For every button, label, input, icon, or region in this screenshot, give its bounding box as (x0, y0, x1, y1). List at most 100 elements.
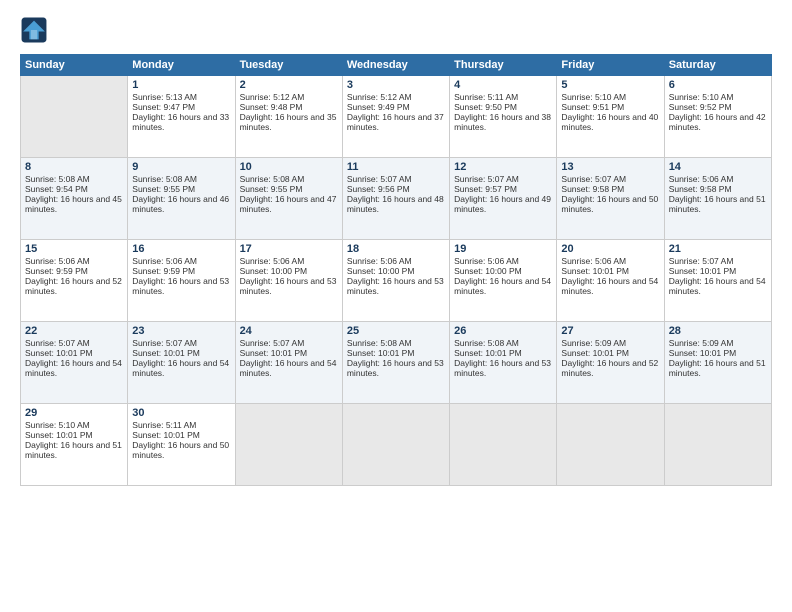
calendar-cell (664, 404, 771, 486)
calendar-cell: 15Sunrise: 5:06 AMSunset: 9:59 PMDayligh… (21, 240, 128, 322)
sunrise-text: Sunrise: 5:07 AM (240, 338, 305, 348)
calendar-cell: 19Sunrise: 5:06 AMSunset: 10:00 PMDaylig… (450, 240, 557, 322)
sunset-text: Sunset: 9:58 PM (669, 184, 732, 194)
daylight-text: Daylight: 16 hours and 53 minutes. (240, 276, 337, 296)
sunrise-text: Sunrise: 5:07 AM (454, 174, 519, 184)
daylight-text: Daylight: 16 hours and 52 minutes. (25, 276, 122, 296)
calendar-cell: 30Sunrise: 5:11 AMSunset: 10:01 PMDaylig… (128, 404, 235, 486)
sunrise-text: Sunrise: 5:07 AM (132, 338, 197, 348)
header (20, 16, 772, 44)
day-number: 2 (240, 79, 338, 91)
sunrise-text: Sunrise: 5:06 AM (454, 256, 519, 266)
sunrise-text: Sunrise: 5:09 AM (561, 338, 626, 348)
sunrise-text: Sunrise: 5:11 AM (132, 420, 196, 430)
calendar-cell: 8Sunrise: 5:08 AMSunset: 9:54 PMDaylight… (21, 158, 128, 240)
sunrise-text: Sunrise: 5:07 AM (561, 174, 626, 184)
sunrise-text: Sunrise: 5:06 AM (25, 256, 90, 266)
day-number: 8 (25, 161, 123, 173)
daylight-text: Daylight: 16 hours and 45 minutes. (25, 194, 122, 214)
sunset-text: Sunset: 10:01 PM (669, 348, 737, 358)
daylight-text: Daylight: 16 hours and 42 minutes. (669, 112, 766, 132)
sunset-text: Sunset: 10:01 PM (561, 348, 629, 358)
sunrise-text: Sunrise: 5:06 AM (561, 256, 626, 266)
sunrise-text: Sunrise: 5:10 AM (669, 92, 734, 102)
day-number: 13 (561, 161, 659, 173)
sunrise-text: Sunrise: 5:09 AM (669, 338, 734, 348)
sunrise-text: Sunrise: 5:06 AM (347, 256, 412, 266)
calendar-cell: 3Sunrise: 5:12 AMSunset: 9:49 PMDaylight… (342, 76, 449, 158)
calendar-cell: 17Sunrise: 5:06 AMSunset: 10:00 PMDaylig… (235, 240, 342, 322)
day-number: 11 (347, 161, 445, 173)
day-number: 3 (347, 79, 445, 91)
day-number: 1 (132, 79, 230, 91)
sunrise-text: Sunrise: 5:10 AM (561, 92, 626, 102)
calendar-cell: 5Sunrise: 5:10 AMSunset: 9:51 PMDaylight… (557, 76, 664, 158)
sunset-text: Sunset: 10:00 PM (240, 266, 308, 276)
daylight-text: Daylight: 16 hours and 53 minutes. (132, 276, 229, 296)
weekday-header-saturday: Saturday (664, 55, 771, 76)
sunrise-text: Sunrise: 5:06 AM (240, 256, 305, 266)
sunset-text: Sunset: 10:01 PM (25, 430, 93, 440)
daylight-text: Daylight: 16 hours and 37 minutes. (347, 112, 444, 132)
weekday-header-thursday: Thursday (450, 55, 557, 76)
day-number: 18 (347, 243, 445, 255)
sunset-text: Sunset: 9:59 PM (25, 266, 88, 276)
daylight-text: Daylight: 16 hours and 54 minutes. (561, 276, 658, 296)
sunset-text: Sunset: 10:01 PM (25, 348, 93, 358)
sunset-text: Sunset: 10:01 PM (561, 266, 629, 276)
sunrise-text: Sunrise: 5:07 AM (25, 338, 90, 348)
sunset-text: Sunset: 10:00 PM (347, 266, 415, 276)
sunset-text: Sunset: 9:49 PM (347, 102, 410, 112)
day-number: 5 (561, 79, 659, 91)
calendar-cell: 2Sunrise: 5:12 AMSunset: 9:48 PMDaylight… (235, 76, 342, 158)
daylight-text: Daylight: 16 hours and 51 minutes. (669, 194, 766, 214)
calendar-cell: 25Sunrise: 5:08 AMSunset: 10:01 PMDaylig… (342, 322, 449, 404)
daylight-text: Daylight: 16 hours and 50 minutes. (132, 440, 229, 460)
day-number: 23 (132, 325, 230, 337)
daylight-text: Daylight: 16 hours and 54 minutes. (240, 358, 337, 378)
calendar-cell: 29Sunrise: 5:10 AMSunset: 10:01 PMDaylig… (21, 404, 128, 486)
daylight-text: Daylight: 16 hours and 38 minutes. (454, 112, 551, 132)
daylight-text: Daylight: 16 hours and 53 minutes. (347, 358, 444, 378)
calendar-cell: 4Sunrise: 5:11 AMSunset: 9:50 PMDaylight… (450, 76, 557, 158)
calendar-cell: 9Sunrise: 5:08 AMSunset: 9:55 PMDaylight… (128, 158, 235, 240)
sunset-text: Sunset: 9:52 PM (669, 102, 732, 112)
day-number: 22 (25, 325, 123, 337)
day-number: 21 (669, 243, 767, 255)
daylight-text: Daylight: 16 hours and 33 minutes. (132, 112, 229, 132)
daylight-text: Daylight: 16 hours and 53 minutes. (454, 358, 551, 378)
calendar-cell (450, 404, 557, 486)
sunset-text: Sunset: 9:54 PM (25, 184, 88, 194)
sunset-text: Sunset: 9:50 PM (454, 102, 517, 112)
daylight-text: Daylight: 16 hours and 40 minutes. (561, 112, 658, 132)
calendar-cell (342, 404, 449, 486)
sunrise-text: Sunrise: 5:12 AM (240, 92, 305, 102)
sunset-text: Sunset: 9:56 PM (347, 184, 410, 194)
sunrise-text: Sunrise: 5:07 AM (347, 174, 412, 184)
weekday-header-tuesday: Tuesday (235, 55, 342, 76)
day-number: 28 (669, 325, 767, 337)
sunset-text: Sunset: 10:01 PM (240, 348, 308, 358)
day-number: 19 (454, 243, 552, 255)
calendar-cell (21, 76, 128, 158)
sunset-text: Sunset: 9:57 PM (454, 184, 517, 194)
logo (20, 16, 50, 44)
day-number: 26 (454, 325, 552, 337)
calendar-cell: 12Sunrise: 5:07 AMSunset: 9:57 PMDayligh… (450, 158, 557, 240)
calendar-cell: 21Sunrise: 5:07 AMSunset: 10:01 PMDaylig… (664, 240, 771, 322)
sunset-text: Sunset: 10:01 PM (454, 348, 522, 358)
sunset-text: Sunset: 9:55 PM (132, 184, 195, 194)
day-number: 14 (669, 161, 767, 173)
sunrise-text: Sunrise: 5:06 AM (132, 256, 197, 266)
sunrise-text: Sunrise: 5:08 AM (454, 338, 519, 348)
calendar-cell (235, 404, 342, 486)
calendar-cell: 14Sunrise: 5:06 AMSunset: 9:58 PMDayligh… (664, 158, 771, 240)
sunrise-text: Sunrise: 5:07 AM (669, 256, 734, 266)
weekday-header-sunday: Sunday (21, 55, 128, 76)
sunset-text: Sunset: 10:01 PM (669, 266, 737, 276)
calendar-cell: 27Sunrise: 5:09 AMSunset: 10:01 PMDaylig… (557, 322, 664, 404)
calendar-cell: 1Sunrise: 5:13 AMSunset: 9:47 PMDaylight… (128, 76, 235, 158)
calendar-cell: 6Sunrise: 5:10 AMSunset: 9:52 PMDaylight… (664, 76, 771, 158)
calendar: SundayMondayTuesdayWednesdayThursdayFrid… (20, 54, 772, 486)
calendar-cell: 13Sunrise: 5:07 AMSunset: 9:58 PMDayligh… (557, 158, 664, 240)
